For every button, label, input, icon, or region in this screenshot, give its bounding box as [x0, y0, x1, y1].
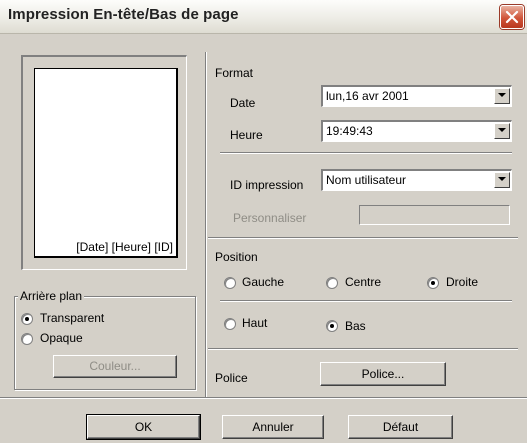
chevron-down-icon: [498, 93, 506, 97]
color-button-label: Couleur...: [89, 359, 141, 373]
date-label: Date: [230, 96, 256, 110]
position-bottom-label[interactable]: Bas: [345, 319, 366, 333]
id-label: ID impression: [230, 178, 304, 192]
background-group-label: Arrière plan: [18, 289, 85, 303]
preview-footer-text: [Date] [Heure] [ID]: [76, 240, 173, 254]
chevron-down-icon: [498, 177, 506, 181]
title-bar[interactable]: Impression En-tête/Bas de page: [0, 0, 527, 34]
position-bottom-radio[interactable]: [326, 320, 338, 332]
font-button[interactable]: Police...: [320, 362, 446, 386]
time-value: 19:49:43: [326, 124, 373, 138]
custom-label: Personnaliser: [233, 211, 307, 225]
cancel-button[interactable]: Annuler: [222, 415, 324, 439]
opaque-radio[interactable]: [21, 333, 33, 345]
id-combobox[interactable]: Nom utilisateur: [321, 169, 512, 191]
transparent-radio[interactable]: [21, 313, 33, 325]
ok-button-label: OK: [134, 420, 153, 434]
position-top-radio[interactable]: [224, 318, 236, 330]
close-button[interactable]: [500, 5, 524, 29]
format-separator: [220, 152, 512, 154]
close-icon: [505, 10, 519, 24]
cancel-button-label: Annuler: [252, 420, 294, 434]
position-bottom-separator: [208, 348, 518, 350]
dialog-window: Impression En-tête/Bas de page [Date] [H…: [0, 0, 527, 443]
transparent-label[interactable]: Transparent: [40, 311, 104, 325]
opaque-label[interactable]: Opaque: [40, 331, 83, 345]
position-separator: [220, 300, 512, 302]
id-value: Nom utilisateur: [326, 173, 407, 187]
date-dropdown-button[interactable]: [494, 88, 510, 104]
window-title: Impression En-tête/Bas de page: [8, 6, 239, 23]
format-bottom-separator: [208, 237, 518, 239]
vertical-separator: [205, 52, 207, 397]
date-value: lun,16 avr 2001: [326, 89, 409, 103]
position-center-radio[interactable]: [326, 277, 338, 289]
chevron-down-icon: [498, 128, 506, 132]
position-right-label[interactable]: Droite: [446, 275, 478, 289]
dialog-bottom-separator: [0, 397, 527, 399]
format-section-label: Format: [215, 66, 254, 80]
time-label: Heure: [230, 128, 263, 142]
preview-panel: [Date] [Heure] [ID]: [21, 55, 187, 270]
date-combobox[interactable]: lun,16 avr 2001: [321, 85, 512, 107]
time-dropdown-button[interactable]: [494, 123, 510, 139]
id-dropdown-button[interactable]: [494, 172, 510, 188]
font-button-label: Police...: [361, 367, 405, 381]
position-left-radio[interactable]: [224, 277, 236, 289]
font-section-label: Police: [215, 371, 248, 385]
position-right-radio[interactable]: [427, 277, 439, 289]
position-top-label[interactable]: Haut: [242, 316, 267, 330]
position-left-label[interactable]: Gauche: [242, 275, 284, 289]
color-button[interactable]: Couleur...: [53, 355, 177, 378]
default-button-label: Défaut: [382, 420, 419, 434]
position-section-label: Position: [215, 250, 258, 264]
ok-button[interactable]: OK: [86, 414, 201, 440]
preview-page: [Date] [Heure] [ID]: [34, 68, 178, 258]
time-combobox[interactable]: 19:49:43: [321, 120, 512, 142]
position-center-label[interactable]: Centre: [345, 275, 381, 289]
custom-input[interactable]: [359, 205, 510, 225]
default-button[interactable]: Défaut: [348, 415, 453, 439]
